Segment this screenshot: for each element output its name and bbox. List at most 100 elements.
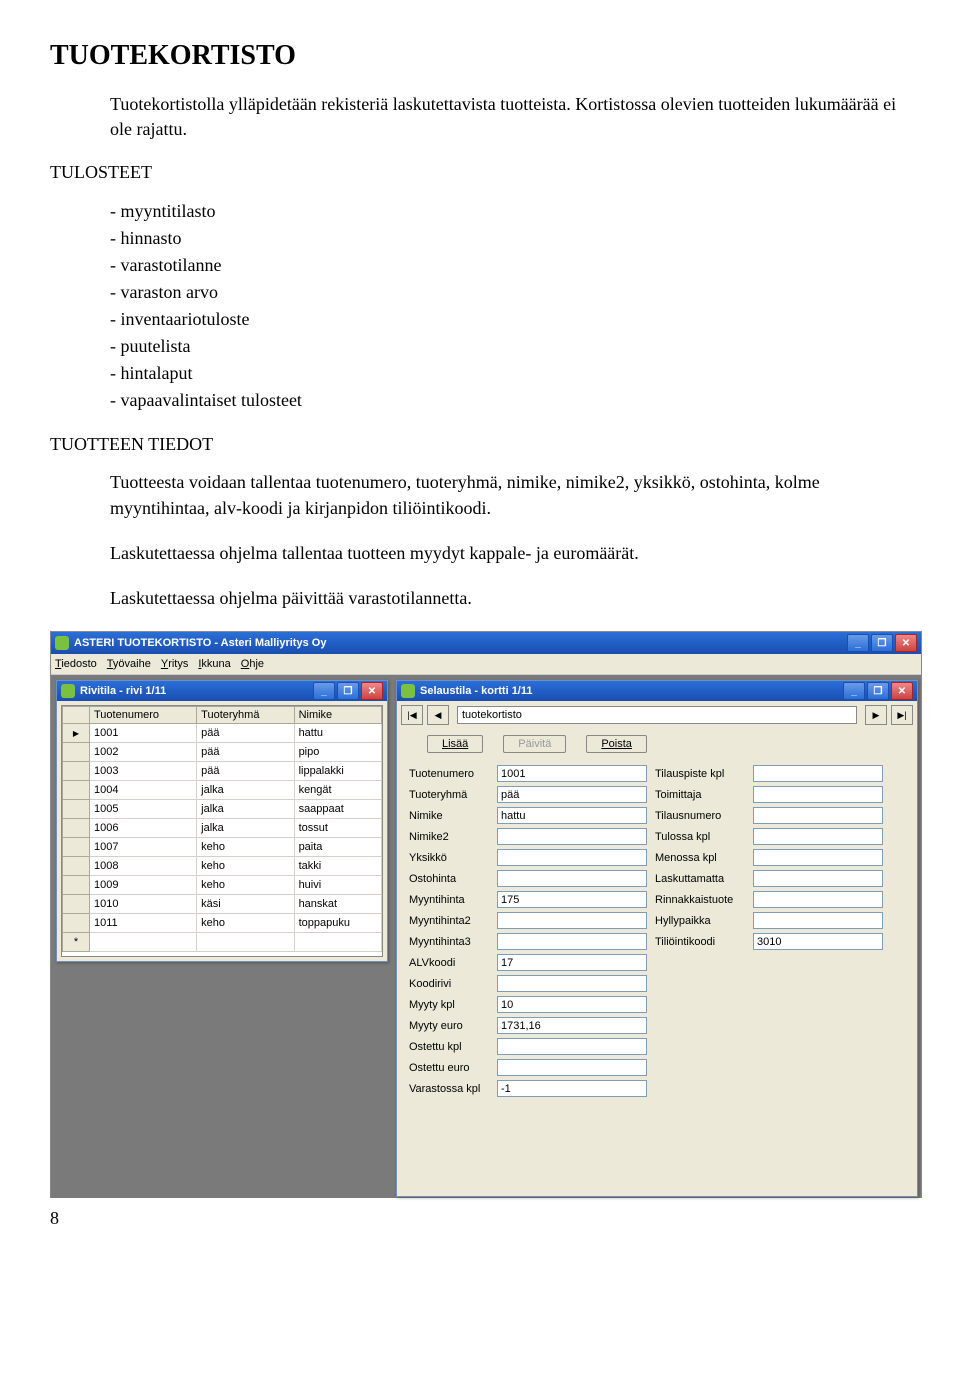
bullet-item: puutelista	[110, 333, 910, 360]
mdi-area: Rivitila - rivi 1/11 _ ❐ ✕ TuotenumeroTu…	[51, 675, 921, 1198]
maximize-button[interactable]: ❐	[867, 682, 889, 700]
field-label: Myyntihinta	[409, 894, 489, 906]
table-row[interactable]: 1003päälippalakki	[63, 762, 382, 781]
menu-item[interactable]: Yritys	[161, 658, 189, 670]
page-number: 8	[50, 1208, 910, 1229]
table-row[interactable]: 1004jalkakengät	[63, 781, 382, 800]
main-titlebar: ASTERI TUOTEKORTISTO - Asteri Malliyrity…	[51, 632, 921, 654]
field-input[interactable]	[753, 891, 883, 908]
col-header[interactable]: Nimike	[294, 707, 381, 724]
field-input[interactable]	[497, 1017, 647, 1034]
maximize-button[interactable]: ❐	[337, 682, 359, 700]
field-input[interactable]	[497, 975, 647, 992]
field-input[interactable]	[497, 933, 647, 950]
para-2: Laskutettaessa ohjelma tallentaa tuottee…	[110, 541, 910, 566]
field-input[interactable]	[497, 1038, 647, 1055]
field-input[interactable]	[753, 828, 883, 845]
window-icon	[401, 684, 415, 698]
record-navbar: |◀ ◀ tuotekortisto ▶ ▶|	[397, 701, 917, 729]
table-row[interactable]: 1005jalkasaappaat	[63, 800, 382, 819]
table-row[interactable]: 1006jalkatossut	[63, 819, 382, 838]
table-row[interactable]: 1010käsihanskat	[63, 895, 382, 914]
menubar: Tiedosto Työvaihe Yritys Ikkuna Ohje	[51, 654, 921, 675]
heading-1: TUOTEKORTISTO	[50, 40, 910, 72]
field-input[interactable]	[497, 849, 647, 866]
field-label: Toimittaja	[655, 789, 745, 801]
minimize-button[interactable]: _	[847, 634, 869, 652]
field-label: Varastossa kpl	[409, 1083, 489, 1095]
nav-first-button[interactable]: |◀	[401, 705, 423, 725]
field-label: Yksikkö	[409, 852, 489, 864]
rivitila-grid[interactable]: TuotenumeroTuoteryhmäNimike1001päähattu1…	[61, 705, 383, 957]
field-input[interactable]	[753, 849, 883, 866]
table-row[interactable]: 1008kehotakki	[63, 857, 382, 876]
update-button[interactable]: Päivitä	[503, 735, 566, 753]
para-1: Tuotteesta voidaan tallentaa tuotenumero…	[110, 470, 910, 520]
table-row[interactable]: 1009kehohuivi	[63, 876, 382, 895]
col-header[interactable]: Tuoteryhmä	[197, 707, 294, 724]
rivitila-titlebar: Rivitila - rivi 1/11 _ ❐ ✕	[57, 681, 387, 701]
field-input[interactable]	[497, 1059, 647, 1076]
nav-next-button[interactable]: ▶	[865, 705, 887, 725]
bullet-item: varaston arvo	[110, 279, 910, 306]
delete-button[interactable]: Poista	[586, 735, 647, 753]
col-header[interactable]: Tuotenumero	[90, 707, 197, 724]
close-button[interactable]: ✕	[895, 634, 917, 652]
close-button[interactable]: ✕	[361, 682, 383, 700]
menu-item[interactable]: Ohje	[241, 658, 264, 670]
bullet-item: vapaavalintaiset tulosteet	[110, 387, 910, 414]
rivitila-title: Rivitila - rivi 1/11	[80, 685, 166, 697]
intro-paragraph: Tuotekortistolla ylläpidetään rekisteriä…	[110, 92, 910, 142]
card-name: tuotekortisto	[457, 706, 857, 724]
field-label: Tilausnumero	[655, 810, 745, 822]
minimize-button[interactable]: _	[313, 682, 335, 700]
field-input[interactable]	[753, 933, 883, 950]
field-input[interactable]	[497, 807, 647, 824]
table-row[interactable]: 1007kehopaita	[63, 838, 382, 857]
field-label: Myyntihinta2	[409, 915, 489, 927]
bullet-item: varastotilanne	[110, 252, 910, 279]
field-input[interactable]	[497, 870, 647, 887]
bullet-item: hintalaput	[110, 360, 910, 387]
field-label: Hyllypaikka	[655, 915, 745, 927]
nav-prev-button[interactable]: ◀	[427, 705, 449, 725]
field-label: Nimike	[409, 810, 489, 822]
field-input[interactable]	[497, 1080, 647, 1097]
menu-item[interactable]: Tiedosto	[55, 658, 97, 670]
field-input[interactable]	[497, 891, 647, 908]
table-row[interactable]: 1001päähattu	[63, 724, 382, 743]
field-input[interactable]	[753, 870, 883, 887]
heading-tulosteet: TULOSTEET	[50, 162, 910, 183]
field-input[interactable]	[497, 765, 647, 782]
para-3: Laskutettaessa ohjelma päivittää varasto…	[110, 586, 910, 611]
field-label: Tulossa kpl	[655, 831, 745, 843]
nav-last-button[interactable]: ▶|	[891, 705, 913, 725]
add-button[interactable]: Lisää	[427, 735, 483, 753]
field-input[interactable]	[753, 765, 883, 782]
window-icon	[61, 684, 75, 698]
table-row[interactable]: 1002pääpipo	[63, 743, 382, 762]
field-input[interactable]	[497, 786, 647, 803]
app-icon	[55, 636, 69, 650]
field-label: Menossa kpl	[655, 852, 745, 864]
field-input[interactable]	[497, 996, 647, 1013]
field-input[interactable]	[753, 807, 883, 824]
field-label: Koodirivi	[409, 978, 489, 990]
maximize-button[interactable]: ❐	[871, 634, 893, 652]
table-row[interactable]: 1011kehotoppapuku	[63, 914, 382, 933]
menu-item[interactable]: Ikkuna	[198, 658, 230, 670]
field-label: Myyty euro	[409, 1020, 489, 1032]
form-grid: TuotenumeroTilauspiste kplTuoteryhmäToim…	[397, 765, 917, 1097]
field-label: Rinnakkaistuote	[655, 894, 745, 906]
field-input[interactable]	[497, 912, 647, 929]
field-label: Tiliöintikoodi	[655, 936, 745, 948]
close-button[interactable]: ✕	[891, 682, 913, 700]
minimize-button[interactable]: _	[843, 682, 865, 700]
field-input[interactable]	[753, 786, 883, 803]
bullet-item: inventaariotuloste	[110, 306, 910, 333]
field-input[interactable]	[497, 954, 647, 971]
field-input[interactable]	[497, 828, 647, 845]
field-label: Tilauspiste kpl	[655, 768, 745, 780]
menu-item[interactable]: Työvaihe	[107, 658, 151, 670]
field-input[interactable]	[753, 912, 883, 929]
